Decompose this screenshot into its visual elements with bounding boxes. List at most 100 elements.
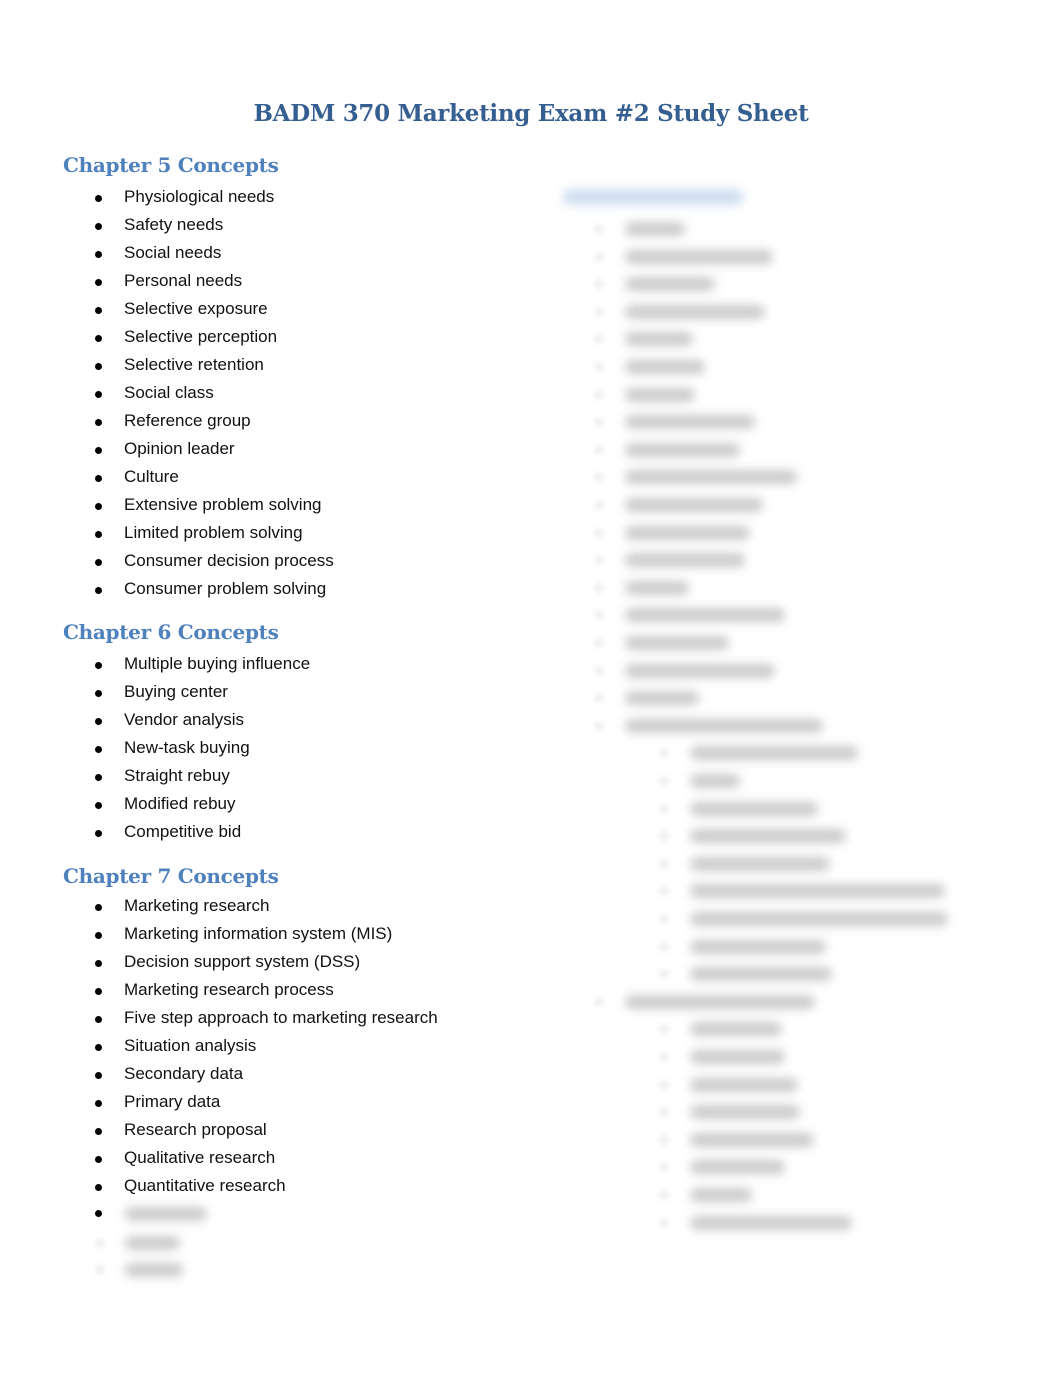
blurred-bullet-icon bbox=[660, 1080, 668, 1089]
bullet-icon bbox=[95, 830, 102, 837]
blurred-bullet-icon bbox=[595, 583, 603, 592]
blurred-bullet-icon bbox=[595, 556, 603, 565]
bullet-icon bbox=[95, 1184, 102, 1191]
bullet-icon bbox=[95, 363, 102, 370]
blurred-text bbox=[690, 912, 948, 926]
concept-text: Multiple buying influence bbox=[124, 654, 311, 673]
bullet-icon bbox=[95, 1210, 102, 1217]
concept-text: Competitive bid bbox=[124, 822, 242, 841]
concept-text: Consumer decision process bbox=[124, 551, 334, 570]
blurred-bullet-icon bbox=[660, 942, 668, 951]
bullet-icon bbox=[95, 932, 102, 939]
concept-text: Marketing research process bbox=[124, 980, 334, 999]
blurred-text bbox=[625, 442, 740, 457]
blurred-bullet-icon bbox=[595, 721, 603, 730]
blurred-bullet-icon bbox=[595, 390, 603, 399]
bullet-icon bbox=[95, 1100, 102, 1107]
blurred-bullet-icon bbox=[660, 1108, 668, 1117]
blurred-bullet-icon bbox=[595, 445, 603, 454]
concept-text: Decision support system (DSS) bbox=[124, 952, 361, 971]
blurred-bullet-icon bbox=[660, 1053, 668, 1061]
blurred-bullet-icon bbox=[660, 1135, 668, 1144]
blurred-text bbox=[625, 994, 815, 1009]
blurred-bullet-icon bbox=[595, 611, 603, 620]
bullet-icon bbox=[95, 774, 102, 781]
blurred-bullet-icon bbox=[595, 418, 603, 427]
blurred-bullet-icon bbox=[660, 777, 668, 785]
blurred-text bbox=[625, 277, 715, 292]
concept-text: Marketing information system (MIS) bbox=[124, 924, 393, 943]
concept-text: Safety needs bbox=[124, 215, 224, 234]
blurred-text bbox=[625, 222, 685, 236]
blurred-bullet-icon bbox=[595, 639, 603, 647]
concept-text: Selective perception bbox=[124, 327, 278, 346]
bullet-icon bbox=[95, 1156, 102, 1163]
bullet-icon bbox=[95, 1016, 102, 1023]
blurred-text bbox=[125, 1263, 183, 1277]
blurred-bullet-icon bbox=[660, 915, 668, 923]
blurred-text bbox=[625, 249, 773, 264]
bullet-icon bbox=[95, 307, 102, 314]
concept-text: Physiological needs bbox=[124, 187, 275, 206]
bullet-icon bbox=[95, 1044, 102, 1051]
blurred-bullet-icon bbox=[595, 694, 603, 703]
blurred-text bbox=[690, 774, 740, 788]
blurred-text bbox=[690, 746, 858, 761]
concept-text: Culture bbox=[124, 467, 179, 486]
blurred-bullet-icon bbox=[96, 1266, 104, 1274]
concept-text: Extensive problem solving bbox=[124, 495, 322, 514]
bullet-icon bbox=[95, 503, 102, 510]
blurred-text bbox=[625, 691, 699, 706]
concept-text: Reference group bbox=[124, 411, 251, 430]
bullet-icon bbox=[95, 587, 102, 594]
blurred-bullet-icon bbox=[660, 1163, 668, 1172]
blurred-bullet-icon bbox=[595, 225, 603, 233]
blurred-text bbox=[625, 525, 750, 540]
blurred-text bbox=[690, 829, 846, 844]
concept-text: Qualitative research bbox=[124, 1148, 276, 1167]
bullet-icon bbox=[95, 475, 102, 482]
blurred-text bbox=[690, 801, 818, 816]
bullet-icon bbox=[95, 223, 102, 230]
blurred-text bbox=[625, 360, 705, 374]
bullet-icon bbox=[95, 251, 102, 258]
blurred-section-heading bbox=[563, 189, 743, 205]
concept-text: Selective exposure bbox=[124, 299, 268, 318]
blurred-text bbox=[625, 636, 729, 650]
blurred-text bbox=[625, 332, 693, 347]
bullet-icon bbox=[95, 559, 102, 566]
section-heading-chapter-7: Chapter 7 Concepts bbox=[63, 864, 279, 888]
blurred-bullet-icon bbox=[595, 666, 603, 675]
concept-text: Five step approach to marketing research bbox=[124, 1008, 438, 1027]
blurred-bullet-icon bbox=[595, 252, 603, 261]
blurred-text bbox=[625, 553, 745, 568]
bullet-icon bbox=[95, 718, 102, 725]
blurred-text bbox=[690, 1022, 782, 1037]
blurred-bullet-icon bbox=[660, 1218, 668, 1227]
bullet-icon bbox=[95, 988, 102, 995]
bullet-icon bbox=[95, 802, 102, 809]
section-heading-chapter-5: Chapter 5 Concepts bbox=[63, 153, 279, 177]
bullet-icon bbox=[95, 746, 102, 753]
concept-text: Personal needs bbox=[124, 271, 243, 290]
blurred-bullet-icon bbox=[660, 749, 668, 758]
blurred-bullet-icon bbox=[660, 1025, 668, 1034]
blurred-text bbox=[690, 1105, 800, 1120]
blurred-text bbox=[690, 884, 945, 899]
concept-text: Social needs bbox=[124, 243, 222, 262]
concept-text: Buying center bbox=[124, 682, 228, 701]
blurred-bullet-icon bbox=[595, 307, 603, 316]
blurred-text bbox=[625, 470, 797, 485]
blurred-text bbox=[690, 1077, 798, 1092]
blurred-text bbox=[625, 580, 689, 595]
concept-text: New-task buying bbox=[124, 738, 250, 757]
bullet-icon bbox=[95, 690, 102, 697]
blurred-text bbox=[690, 967, 832, 982]
blurred-text bbox=[690, 1215, 852, 1230]
concept-text: Vendor analysis bbox=[124, 710, 245, 729]
blurred-text bbox=[625, 415, 755, 430]
blurred-text bbox=[690, 1188, 752, 1202]
blurred-bullet-icon bbox=[660, 887, 668, 896]
blurred-text bbox=[125, 1236, 180, 1250]
blurred-bullet-icon bbox=[96, 1239, 104, 1247]
